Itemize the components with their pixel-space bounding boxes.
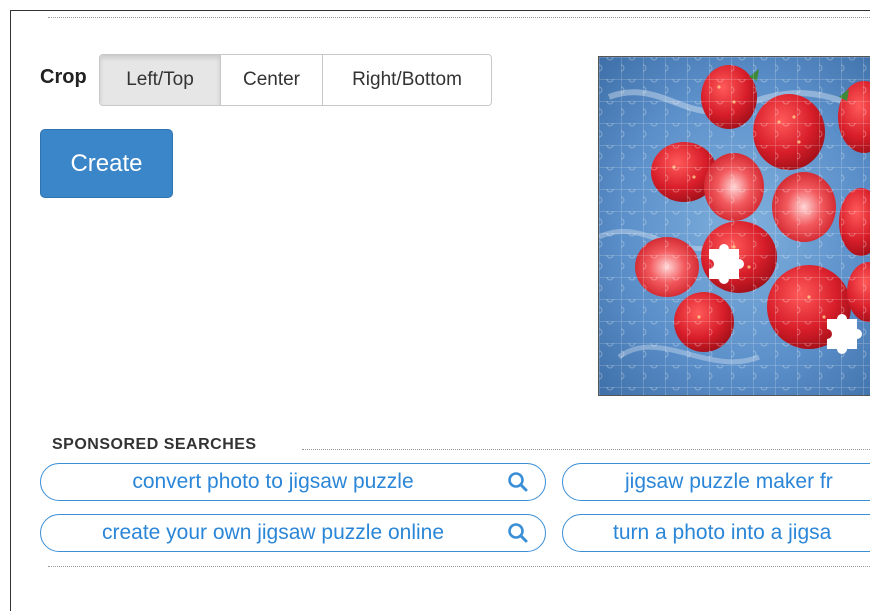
sponsored-link-label: turn a photo into a jigsa: [613, 521, 832, 544]
search-icon: [508, 523, 528, 543]
sponsored-link-4[interactable]: turn a photo into a jigsa: [562, 514, 870, 552]
sponsored-divider: [302, 449, 870, 450]
crop-options-group: Left/Top Center Right/Bottom: [99, 54, 492, 106]
crop-center-button[interactable]: Center: [221, 55, 323, 105]
sponsored-link-2[interactable]: jigsaw puzzle maker fr: [562, 463, 870, 501]
top-divider: [48, 17, 870, 18]
create-button[interactable]: Create: [40, 129, 173, 198]
sponsored-searches-heading: SPONSORED SEARCHES: [52, 436, 257, 453]
sponsored-link-label: create your own jigsaw puzzle online: [101, 521, 445, 544]
sponsored-link-1[interactable]: convert photo to jigsaw puzzle: [40, 463, 546, 501]
sponsored-link-label: convert photo to jigsaw puzzle: [132, 470, 414, 493]
crop-left-top-button[interactable]: Left/Top: [100, 55, 221, 105]
crop-label: Crop: [40, 66, 87, 88]
sponsored-link-label: jigsaw puzzle maker fr: [625, 470, 833, 493]
bottom-divider: [48, 566, 870, 567]
crop-right-bottom-button[interactable]: Right/Bottom: [323, 55, 491, 105]
jigsaw-puzzle-strawberries-image: [599, 57, 870, 395]
sponsored-link-3[interactable]: create your own jigsaw puzzle online: [40, 514, 546, 552]
search-icon: [508, 472, 528, 492]
puzzle-preview-image: [598, 56, 870, 396]
